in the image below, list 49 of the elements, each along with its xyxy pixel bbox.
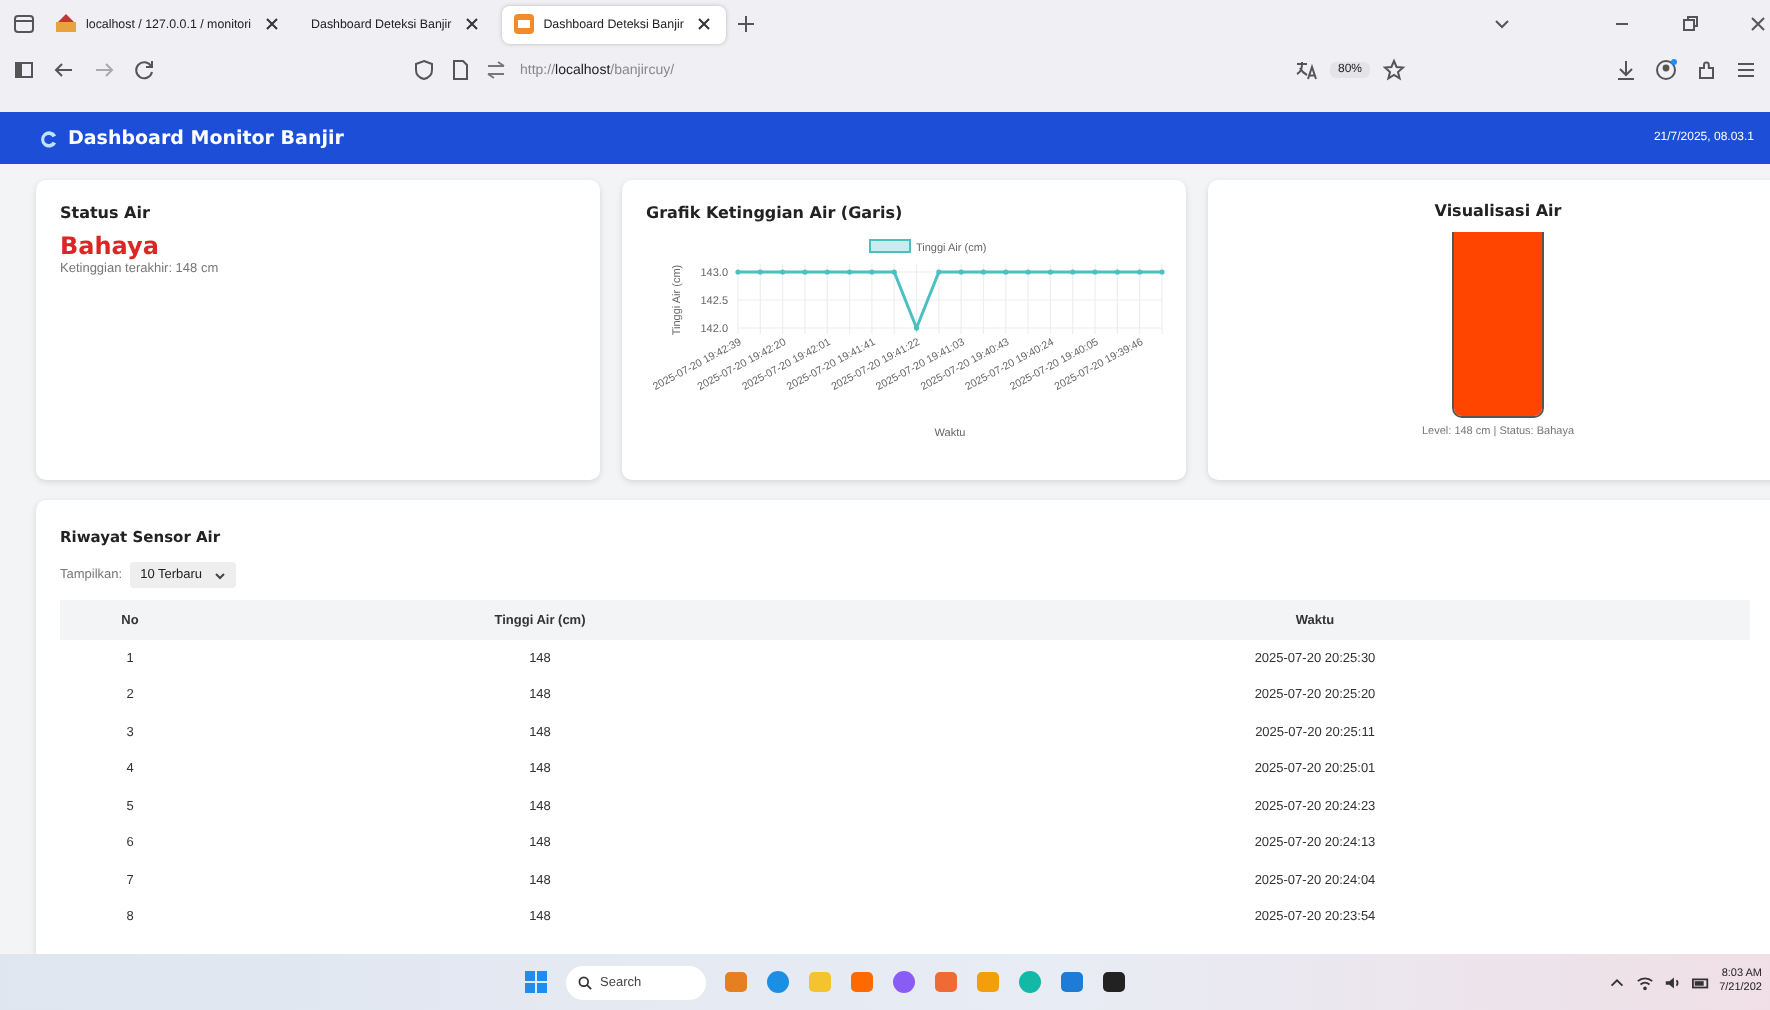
sidebar-icon[interactable] (12, 58, 36, 82)
data-point (936, 269, 942, 275)
data-point (1070, 269, 1076, 275)
data-point (958, 269, 964, 275)
new-tab-icon[interactable] (733, 12, 758, 36)
download-icon[interactable] (1614, 58, 1638, 82)
database-icon (54, 12, 78, 36)
card-title: Visualisasi Air (1434, 202, 1562, 220)
data-point (1047, 269, 1053, 275)
data-point (757, 269, 763, 275)
data-point (1092, 269, 1098, 275)
caret-icon (214, 569, 227, 581)
extensions-icon[interactable] (1694, 58, 1718, 82)
page-icon (511, 12, 536, 36)
data-point (824, 269, 830, 275)
data-point (1003, 269, 1009, 275)
data-point (735, 269, 741, 275)
translate-icon[interactable] (1293, 58, 1318, 82)
restore-icon[interactable] (1678, 12, 1702, 36)
app-title: Dashboard Monitor Banjir (68, 127, 344, 149)
data-point (1114, 269, 1120, 275)
data-point (869, 269, 875, 275)
app-icon[interactable] (1102, 970, 1126, 994)
data-point (802, 269, 808, 275)
reload-icon[interactable] (132, 58, 156, 82)
shield-icon (412, 58, 436, 82)
data-point (1025, 269, 1031, 275)
menu-icon[interactable] (1734, 58, 1758, 82)
data-point (1137, 269, 1143, 275)
data-point (780, 269, 786, 275)
status-text: Bahaya (60, 232, 161, 260)
data-point (980, 269, 987, 275)
data-point (847, 269, 853, 275)
start-button-icon[interactable] (524, 970, 548, 994)
account-icon[interactable] (1654, 58, 1678, 82)
speaker-icon[interactable] (1663, 973, 1682, 991)
data-point (1159, 269, 1165, 275)
back-arrow-icon[interactable] (52, 58, 76, 82)
data-point (913, 325, 920, 331)
close-icon[interactable] (1746, 12, 1770, 36)
wifi-icon[interactable] (1635, 973, 1654, 991)
card-title: Status Air (60, 204, 152, 222)
page-info-icon (448, 58, 472, 82)
star-icon[interactable] (1382, 58, 1406, 82)
card-title: Grafik Ketinggian Air (Garis) (646, 204, 905, 222)
tab-list-icon (12, 12, 36, 36)
battery-icon[interactable] (1691, 973, 1710, 991)
data-point (891, 269, 897, 275)
search-icon (578, 975, 592, 989)
